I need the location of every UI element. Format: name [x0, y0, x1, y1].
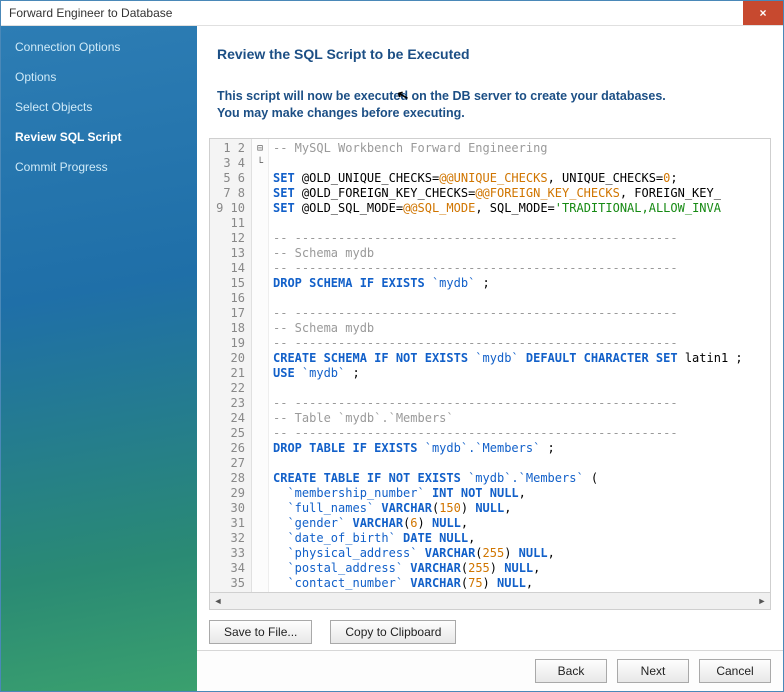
page-subtitle: ↖ This script will now be executed on th…	[217, 88, 763, 122]
editor-area: 1 2 3 4 5 6 7 8 9 10 11 12 13 14 15 16 1…	[210, 139, 770, 592]
action-row: Save to File... Copy to Clipboard	[197, 610, 783, 650]
copy-to-clipboard-button[interactable]: Copy to Clipboard	[330, 620, 456, 644]
code-area[interactable]: -- MySQL Workbench Forward Engineering S…	[269, 139, 770, 592]
sidebar-item[interactable]: Options	[1, 62, 197, 92]
body: Connection OptionsOptionsSelect ObjectsR…	[1, 26, 783, 691]
cancel-button[interactable]: Cancel	[699, 659, 771, 683]
sidebar-item[interactable]: Review SQL Script	[1, 122, 197, 152]
main-header: Review the SQL Script to be Executed ↖ T…	[197, 26, 783, 132]
page-title: Review the SQL Script to be Executed	[217, 46, 763, 62]
sub-line1: This script will now be executed on the …	[217, 89, 666, 103]
titlebar: Forward Engineer to Database ×	[1, 1, 783, 26]
sidebar: Connection OptionsOptionsSelect ObjectsR…	[1, 26, 197, 691]
window-title: Forward Engineer to Database	[9, 6, 743, 20]
close-icon: ×	[759, 6, 766, 20]
back-button[interactable]: Back	[535, 659, 607, 683]
next-button[interactable]: Next	[617, 659, 689, 683]
main-panel: Review the SQL Script to be Executed ↖ T…	[197, 26, 783, 691]
scroll-left-icon[interactable]: ◄	[210, 593, 226, 609]
sidebar-item[interactable]: Connection Options	[1, 32, 197, 62]
sub-line2: You may make changes before executing.	[217, 106, 465, 120]
sidebar-item[interactable]: Commit Progress	[1, 152, 197, 182]
sql-editor[interactable]: 1 2 3 4 5 6 7 8 9 10 11 12 13 14 15 16 1…	[209, 138, 771, 610]
wizard-window: Forward Engineer to Database × Connectio…	[0, 0, 784, 692]
line-gutter: 1 2 3 4 5 6 7 8 9 10 11 12 13 14 15 16 1…	[210, 139, 252, 592]
footer: Back Next Cancel	[197, 650, 783, 691]
horizontal-scrollbar[interactable]: ◄ ►	[210, 592, 770, 609]
sidebar-item[interactable]: Select Objects	[1, 92, 197, 122]
scroll-right-icon[interactable]: ►	[754, 593, 770, 609]
save-to-file-button[interactable]: Save to File...	[209, 620, 312, 644]
close-button[interactable]: ×	[743, 1, 783, 25]
fold-gutter: ⊟ └	[252, 139, 269, 592]
